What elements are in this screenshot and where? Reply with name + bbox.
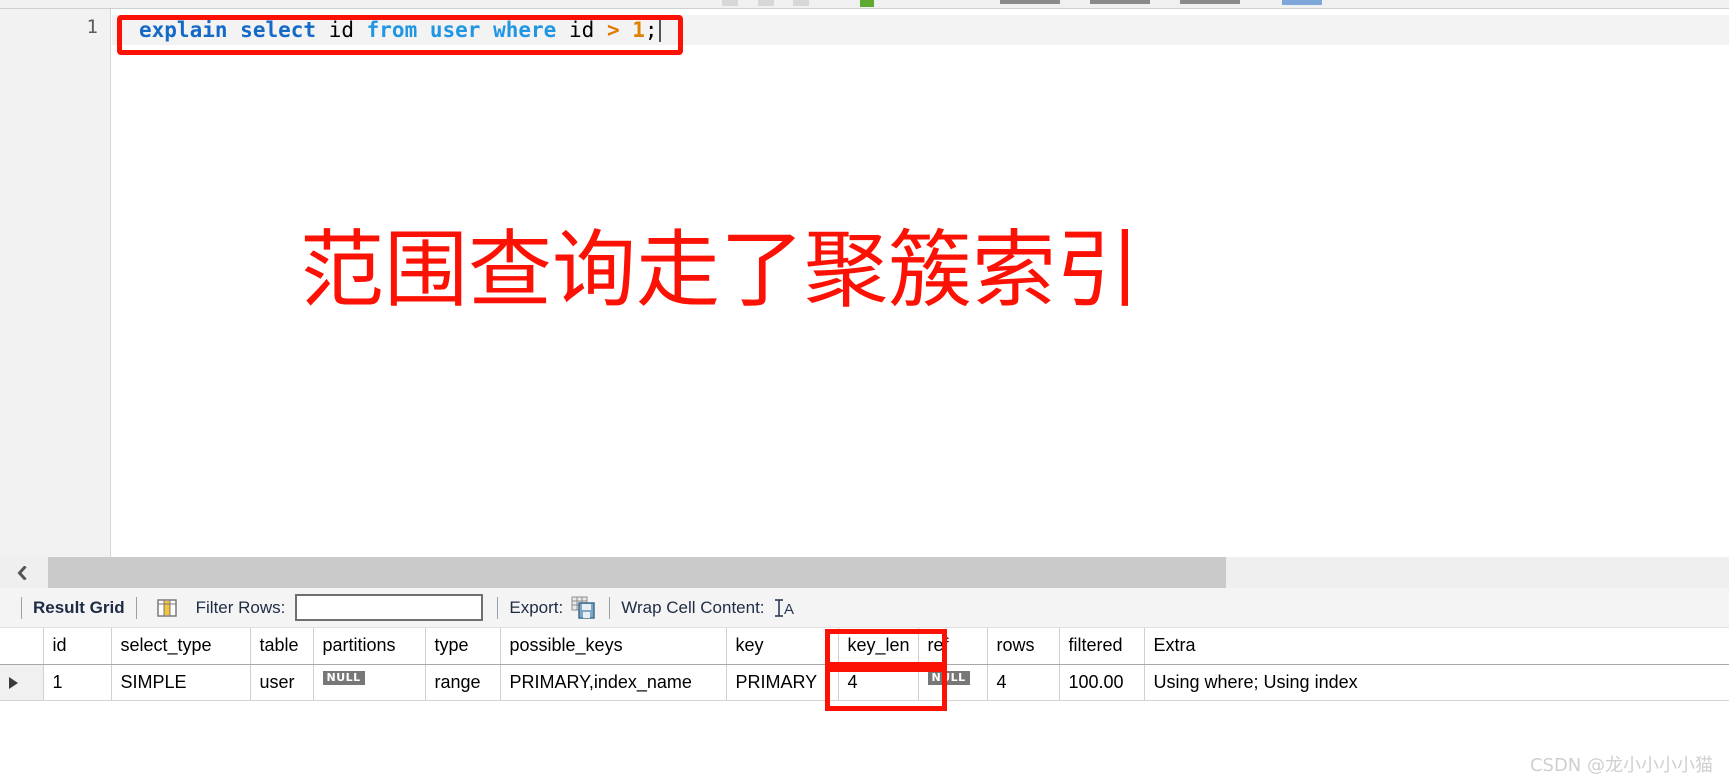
column-header-key_len[interactable]: key_len	[838, 628, 919, 665]
column-header-partitions[interactable]: partitions	[313, 628, 426, 665]
editor-horizontal-scrollbar[interactable]	[0, 557, 1729, 588]
sql-code-line[interactable]: explain select id from user where id > 1…	[112, 15, 1729, 45]
line-number: 1	[86, 16, 98, 38]
null-badge: NULL	[322, 670, 365, 685]
row-selected-arrow	[0, 664, 44, 701]
wrap-text-icon[interactable]: A	[773, 598, 795, 618]
table-row[interactable]: 1 SIMPLE user NULL range PRIMARY,index_n…	[0, 664, 1729, 701]
autocommit-icon[interactable]	[1180, 0, 1240, 4]
result-grid-label: Result Grid	[33, 597, 125, 617]
annotation-label: 范围查询走了聚簇索引	[300, 221, 1141, 319]
column-header-table[interactable]: table	[250, 628, 314, 665]
cell-key[interactable]: PRIMARY	[726, 664, 839, 701]
column-header-ref[interactable]: ref	[918, 628, 988, 665]
table-header-row: id select_type table partitions type pos…	[0, 628, 1729, 665]
filter-rows-input[interactable]	[295, 594, 484, 621]
table-body: 1 SIMPLE user NULL range PRIMARY,index_n…	[0, 664, 1729, 701]
run-sql-icon[interactable]	[722, 0, 738, 6]
grid-icon-svg	[156, 598, 177, 617]
export-save-icon[interactable]	[571, 596, 597, 620]
column-header-select_type[interactable]: select_type	[111, 628, 251, 665]
cell-extra[interactable]: Using where; Using index	[1144, 664, 1729, 701]
export-save-icon-svg	[571, 596, 595, 619]
row-marker-header	[0, 628, 44, 665]
cell-table[interactable]: user	[250, 664, 314, 701]
explain-results-table: id select_type table partitions type pos…	[0, 628, 1729, 701]
scroll-left-button[interactable]	[0, 557, 44, 588]
toolbar-separator-3	[497, 596, 499, 619]
column-header-key[interactable]: key	[726, 628, 839, 665]
cell-ref[interactable]: NULL	[918, 664, 988, 701]
column-header-extra[interactable]: Extra	[1144, 628, 1729, 665]
cell-key_len[interactable]: 4	[838, 664, 919, 701]
cell-partitions[interactable]: NULL	[313, 664, 426, 701]
cell-rows[interactable]: 4	[987, 664, 1060, 701]
column-header-possible_keys[interactable]: possible_keys	[500, 628, 727, 665]
grid-icon[interactable]	[156, 597, 178, 619]
result-grid-toolbar: Result Grid Filter Rows: Export: Wrap Ce…	[0, 588, 1729, 628]
rollback-icon[interactable]	[1090, 0, 1150, 4]
stop-icon[interactable]	[793, 0, 809, 6]
cell-possible_keys[interactable]: PRIMARY,index_name	[500, 664, 727, 701]
cell-select_type[interactable]: SIMPLE	[111, 664, 251, 701]
wrap-text-icon-svg: A	[774, 598, 794, 618]
scrollbar-thumb[interactable]	[48, 557, 1226, 588]
null-badge: NULL	[927, 670, 970, 685]
toggle-panel-icon[interactable]	[1282, 0, 1322, 5]
sql-statement: explain select id from user where id > 1…	[139, 18, 658, 42]
run-statement-icon[interactable]	[758, 0, 774, 6]
cell-type[interactable]: range	[425, 664, 501, 701]
export-label: Export:	[509, 597, 564, 617]
svg-text:A: A	[784, 601, 794, 618]
column-header-filtered[interactable]: filtered	[1059, 628, 1145, 665]
watermark: CSDN @龙小小小小猫	[1529, 755, 1713, 776]
text-caret	[658, 18, 661, 42]
column-header-type[interactable]: type	[425, 628, 501, 665]
column-header-rows[interactable]: rows	[987, 628, 1060, 665]
editor-gutter: 1	[0, 9, 111, 558]
cell-id[interactable]: 1	[43, 664, 112, 701]
toolbar-separator-1	[21, 596, 22, 619]
column-header-id[interactable]: id	[43, 628, 112, 665]
commit-icon[interactable]	[1000, 0, 1060, 4]
table-header: id select_type table partitions type pos…	[0, 628, 1729, 665]
wrap-cell-content-label: Wrap Cell Content:	[621, 597, 765, 617]
toolbar-separator-4	[609, 596, 611, 619]
toolbar-separator-2	[135, 596, 137, 619]
cell-filtered[interactable]: 100.00	[1059, 664, 1145, 701]
filter-rows-label: Filter Rows:	[195, 597, 286, 617]
toggle-explain-icon[interactable]	[860, 0, 874, 7]
chevron-left-icon	[17, 565, 27, 580]
